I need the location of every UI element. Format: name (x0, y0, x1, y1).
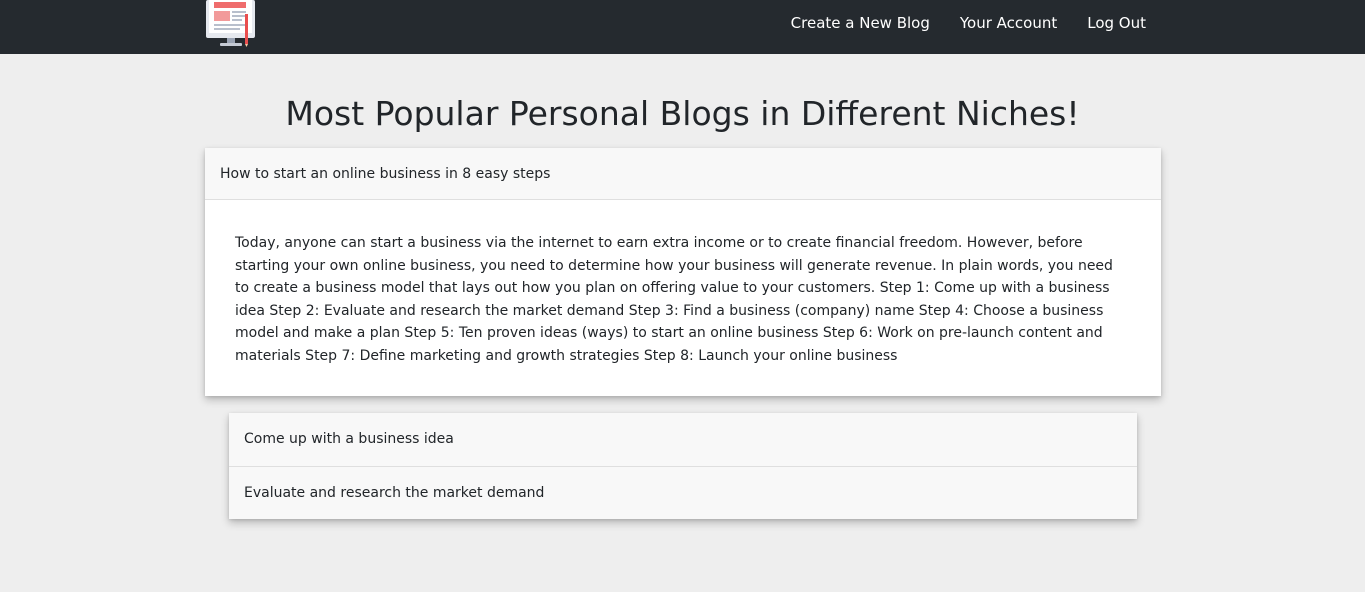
blog-monitor-icon[interactable] (205, 0, 257, 48)
steps-accordion: Come up with a business idea Evaluate an… (229, 413, 1137, 519)
your-account-link[interactable]: Your Account (960, 13, 1057, 33)
nav-links: Create a New Blog Your Account Log Out (761, 13, 1146, 33)
accordion-item-business-idea[interactable]: Come up with a business idea (229, 413, 1137, 466)
top-navbar: Create a New Blog Your Account Log Out (0, 0, 1365, 54)
featured-post-card: How to start an online business in 8 eas… (205, 148, 1161, 396)
log-out-link[interactable]: Log Out (1087, 13, 1146, 33)
featured-post-body: Today, anyone can start a business via t… (235, 235, 1113, 364)
accordion-item-market-demand[interactable]: Evaluate and research the market demand (229, 466, 1137, 519)
featured-post-title[interactable]: How to start an online business in 8 eas… (205, 148, 1161, 200)
page-title: Most Popular Personal Blogs in Different… (285, 94, 1080, 133)
create-new-blog-link[interactable]: Create a New Blog (791, 13, 930, 33)
